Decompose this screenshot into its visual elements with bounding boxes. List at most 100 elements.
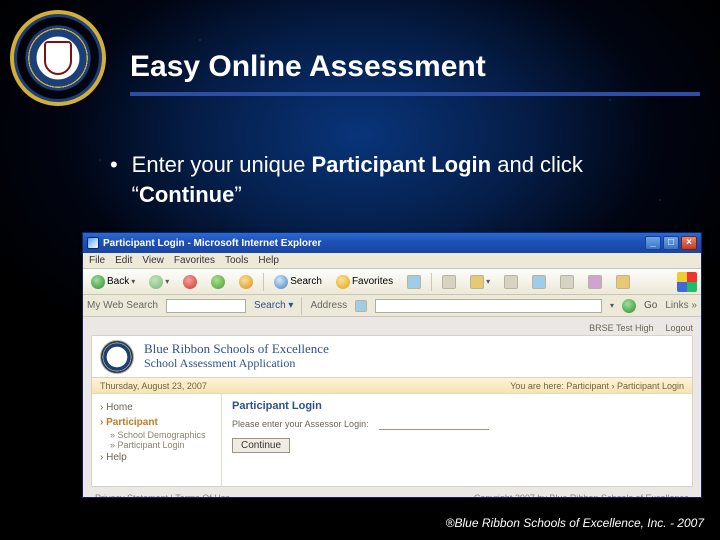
continue-button[interactable]: Continue (232, 438, 290, 453)
bullet-list: • Enter your unique Participant Login an… (110, 150, 690, 209)
bullet-bold-1: Participant Login (311, 152, 491, 177)
refresh-button[interactable] (207, 272, 229, 292)
slide-footer: ®Blue Ribbon Schools of Excellence, Inc.… (446, 516, 704, 530)
home-button[interactable] (235, 272, 257, 292)
slide-title: Easy Online Assessment (130, 50, 700, 84)
nav-label: Home (106, 402, 133, 413)
nav-school-demographics[interactable]: » School Demographics (100, 430, 213, 440)
content-card: Blue Ribbon Schools of Excellence School… (91, 335, 693, 487)
forward-button[interactable]: ▾ (145, 272, 173, 292)
media-button[interactable] (403, 272, 425, 292)
messenger-button[interactable] (612, 272, 634, 292)
nav-participant-login[interactable]: » Participant Login (100, 440, 213, 450)
go-icon[interactable] (622, 299, 636, 313)
privacy-terms[interactable]: Privacy Statement | Terms Of Use (95, 493, 230, 497)
mail-icon (470, 275, 484, 289)
mywebsearch-label: My Web Search (87, 300, 158, 311)
brse-logo (10, 10, 106, 106)
ie-menubar: File Edit View Favorites Tools Help (83, 253, 701, 269)
nav-participant[interactable]: › Participant (100, 415, 213, 430)
ie-toolbar: Back ▾ ▾ Search Favorites ▾ (83, 269, 701, 295)
chevron-down-icon: ▾ (131, 277, 135, 286)
research-button[interactable] (584, 272, 606, 292)
go-label[interactable]: Go (644, 300, 657, 311)
bullet-bold-2: Continue (139, 182, 234, 207)
media-icon (407, 275, 421, 289)
menu-file[interactable]: File (89, 255, 105, 266)
favorites-button[interactable]: Favorites (332, 272, 397, 292)
address-input[interactable] (375, 299, 602, 313)
ie-window-title: Participant Login - Microsoft Internet E… (103, 238, 321, 249)
print-icon (504, 275, 518, 289)
current-date: Thursday, August 23, 2007 (100, 381, 207, 391)
bullet-part: ” (234, 182, 241, 207)
banner-text: Blue Ribbon Schools of Excellence School… (144, 342, 329, 371)
home-icon (239, 275, 253, 289)
back-button[interactable]: Back ▾ (87, 272, 139, 292)
discuss-button[interactable] (556, 272, 578, 292)
page-body: BRSE Test High Logout Blue Ribbon School… (83, 317, 701, 497)
windows-flag-icon (677, 272, 697, 292)
search-label: Search (290, 276, 322, 287)
bullet-text: Enter your unique Participant Login and … (132, 150, 690, 209)
side-nav: › Home › Participant » School Demographi… (92, 394, 222, 486)
messenger-icon (616, 275, 630, 289)
page-top-right: BRSE Test High Logout (91, 323, 693, 335)
window-buttons: _ □ × (645, 236, 697, 250)
history-icon (442, 275, 456, 289)
banner-line-1: Blue Ribbon Schools of Excellence (144, 342, 329, 357)
maximize-button[interactable]: □ (663, 236, 679, 250)
school-name: BRSE Test High (589, 323, 653, 333)
slide: Easy Online Assessment • Enter your uniq… (0, 0, 720, 540)
chevron-down-icon: ▾ (165, 277, 169, 286)
back-icon (91, 275, 105, 289)
print-button[interactable] (500, 272, 522, 292)
menu-help[interactable]: Help (258, 255, 279, 266)
banner-line-2: School Assessment Application (144, 357, 329, 371)
edit-button[interactable] (528, 272, 550, 292)
banner: Blue Ribbon Schools of Excellence School… (92, 336, 692, 378)
minimize-button[interactable]: _ (645, 236, 661, 250)
edit-icon (532, 275, 546, 289)
forward-icon (149, 275, 163, 289)
login-prompt: Please enter your Assessor Login: (232, 419, 369, 429)
panel-heading: Participant Login (232, 400, 682, 412)
stop-button[interactable] (179, 272, 201, 292)
research-icon (588, 275, 602, 289)
history-button[interactable] (438, 272, 460, 292)
ie-titlebar[interactable]: Participant Login - Microsoft Internet E… (83, 233, 701, 253)
menu-favorites[interactable]: Favorites (174, 255, 215, 266)
menu-tools[interactable]: Tools (225, 255, 248, 266)
ie-window: Participant Login - Microsoft Internet E… (82, 232, 702, 498)
nav-home[interactable]: › Home (100, 400, 213, 415)
logout-link[interactable]: Logout (665, 323, 693, 333)
ie-address-bar: My Web Search Search ▾ Address ▾ Go Link… (83, 295, 701, 317)
title-row: Easy Online Assessment (130, 50, 700, 96)
brse-seal-icon (100, 340, 134, 374)
nav-label: Help (106, 452, 127, 463)
menu-edit[interactable]: Edit (115, 255, 132, 266)
page-icon (355, 300, 367, 312)
menu-view[interactable]: View (142, 255, 164, 266)
mail-button[interactable]: ▾ (466, 272, 494, 292)
close-button[interactable]: × (681, 236, 697, 250)
login-input[interactable] (379, 418, 489, 430)
discuss-icon (560, 275, 574, 289)
search-button[interactable]: Search (270, 272, 326, 292)
refresh-icon (211, 275, 225, 289)
copyright: Copyright 2007 by Blue Ribbon Schools of… (474, 493, 689, 497)
stop-icon (183, 275, 197, 289)
favorites-label: Favorites (352, 276, 393, 287)
bullet-dot: • (110, 150, 132, 209)
mywebsearch-input[interactable] (166, 299, 246, 313)
chevron-down-icon: ▾ (486, 277, 490, 286)
bullet-part: Enter your unique (132, 152, 312, 177)
chevron-down-icon[interactable]: ▾ (610, 301, 614, 310)
address-label: Address (310, 300, 347, 311)
nav-help[interactable]: › Help (100, 450, 213, 465)
main-panel: Participant Login Please enter your Asse… (222, 394, 692, 486)
breadcrumb: You are here: Participant › Participant … (510, 381, 684, 391)
date-bar: Thursday, August 23, 2007 You are here: … (92, 378, 692, 394)
links-button[interactable]: Links » (665, 300, 697, 311)
mywebsearch-button[interactable]: Search ▾ (254, 300, 293, 311)
